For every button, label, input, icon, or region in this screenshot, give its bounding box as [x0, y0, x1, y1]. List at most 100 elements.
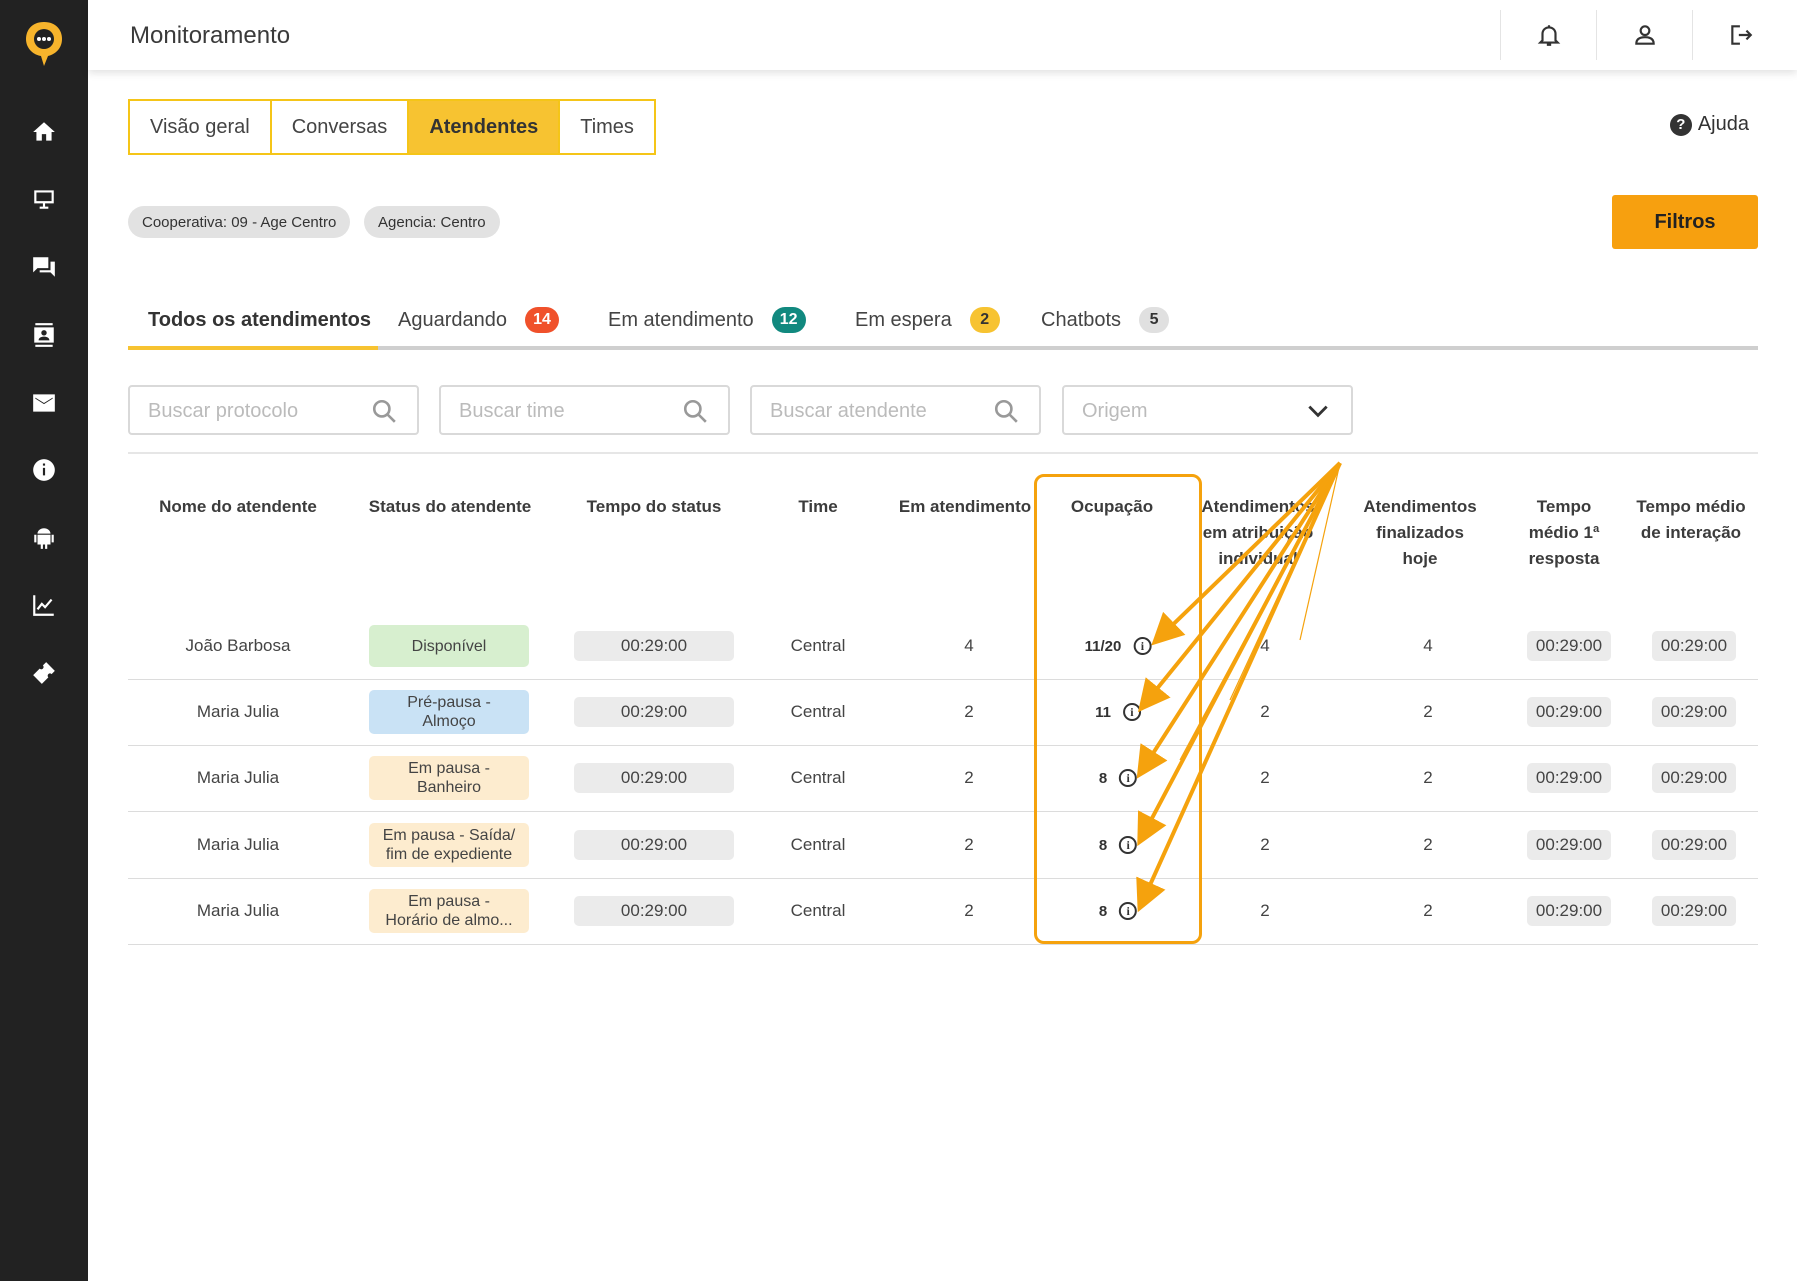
- search-icon[interactable]: [682, 398, 708, 424]
- row-divider: [128, 745, 1758, 746]
- interaction-time: 00:29:00: [1652, 830, 1736, 860]
- monitor-icon: [34, 190, 54, 209]
- in-service-count: 2: [964, 835, 974, 854]
- header-line: Tempo: [1536, 497, 1592, 516]
- status-text: Banheiro: [416, 779, 482, 796]
- user-profile-button[interactable]: [1596, 10, 1692, 60]
- sidebar-item-android[interactable]: [0, 510, 88, 566]
- header-line: Atendimentos: [1201, 497, 1315, 516]
- status-badge: Em pausa - Horário de almo...: [369, 889, 529, 933]
- team-search: [439, 385, 730, 435]
- subtab-em-espera[interactable]: Em espera 2: [855, 294, 1000, 346]
- individual-count: 4: [1260, 636, 1270, 655]
- subtab-label: Aguardando: [398, 308, 507, 331]
- sidebar-item-info[interactable]: [0, 442, 88, 498]
- column-header-team: Time: [798, 497, 838, 516]
- first-response-time: 00:29:00: [1527, 631, 1611, 661]
- team: Central: [790, 768, 846, 787]
- subtab-todos[interactable]: Todos os atendimentos: [148, 294, 371, 346]
- header-line: Tempo médio: [1636, 497, 1746, 516]
- column-header-interaction: Tempo médio de interação: [1626, 494, 1756, 546]
- tab-conversas[interactable]: Conversas: [271, 101, 410, 153]
- first-response-time: 00:29:00: [1527, 896, 1611, 926]
- status-text: Horário de almo...: [385, 912, 513, 929]
- origin-select[interactable]: Origem: [1062, 385, 1353, 435]
- interaction-time: 00:29:00: [1652, 896, 1736, 926]
- info-icon[interactable]: i: [1119, 769, 1138, 787]
- chat-icon: [33, 257, 55, 277]
- sidebar-item-chart[interactable]: [0, 577, 88, 633]
- subtab-em-atendimento[interactable]: Em atendimento 12: [608, 294, 806, 346]
- user-icon: [1634, 25, 1655, 45]
- header-line: resposta: [1528, 549, 1600, 568]
- occupation-value: 11: [1095, 703, 1111, 721]
- agent-name: Maria Julia: [196, 835, 280, 854]
- view-tabs: Visão geral Conversas Atendentes Times: [128, 99, 656, 155]
- row-divider: [128, 944, 1758, 945]
- filters-button[interactable]: Filtros: [1612, 195, 1758, 249]
- info-icon[interactable]: i: [1122, 703, 1141, 721]
- status-time: 00:29:00: [574, 697, 734, 727]
- occupation-value: 8: [1098, 769, 1108, 787]
- individual-count: 2: [1260, 768, 1270, 787]
- occupation: 11/20 i: [1085, 637, 1152, 655]
- chat-logo-icon[interactable]: [22, 18, 66, 70]
- status-badge: Em pausa - Saída/fim de expediente: [369, 823, 529, 867]
- status-subtabs: Todos os atendimentos Aguardando 14 Em a…: [128, 294, 1758, 350]
- status-text: fim de expediente: [385, 846, 513, 863]
- status-time: 00:29:00: [574, 763, 734, 793]
- search-icon[interactable]: [993, 398, 1019, 424]
- interaction-time: 00:29:00: [1652, 763, 1736, 793]
- sidebar-item-home[interactable]: [0, 104, 88, 160]
- info-icon[interactable]: i: [1119, 902, 1138, 920]
- team-search-input[interactable]: [459, 399, 669, 423]
- filter-chip-agencia[interactable]: Agencia: Centro: [364, 206, 500, 238]
- occupation-value: 11/20: [1084, 637, 1122, 655]
- logout-button[interactable]: [1692, 10, 1788, 60]
- status-time: 00:29:00: [574, 830, 734, 860]
- sidebar-item-mail[interactable]: [0, 375, 88, 431]
- info-icon[interactable]: i: [1119, 836, 1138, 854]
- status-text: Almoço: [422, 713, 476, 730]
- status-time: 00:29:00: [574, 631, 734, 661]
- home-icon: [33, 122, 55, 141]
- subtab-chatbots[interactable]: Chatbots 5: [1041, 294, 1170, 346]
- occupation: 8i: [1099, 836, 1138, 854]
- logout-icon: [1730, 25, 1752, 45]
- agent-search-input[interactable]: [770, 399, 980, 423]
- tab-atendentes[interactable]: Atendentes: [409, 101, 561, 153]
- notifications-button[interactable]: [1500, 10, 1596, 60]
- finished-count: 4: [1423, 636, 1433, 655]
- tab-times[interactable]: Times: [560, 101, 654, 153]
- filter-chip-cooperativa[interactable]: Cooperativa: 09 - Age Centro: [128, 206, 351, 238]
- column-header-first-response: Tempo médio 1ª resposta: [1514, 494, 1614, 572]
- protocol-search-input[interactable]: [148, 399, 358, 423]
- finished-count: 2: [1423, 768, 1433, 787]
- sidebar-item-chat[interactable]: [0, 239, 88, 295]
- sidebar-item-contacts[interactable]: [0, 307, 88, 363]
- finished-count: 2: [1423, 835, 1433, 854]
- count-badge: 5: [1139, 307, 1170, 333]
- team: Central: [790, 901, 846, 920]
- header-line: Atendimentos: [1363, 497, 1477, 516]
- tab-visao-geral[interactable]: Visão geral: [130, 101, 272, 153]
- status-badge: Pré-pausa - Almoço: [369, 690, 529, 734]
- in-service-count: 2: [964, 901, 974, 920]
- help-link[interactable]: ? Ajuda: [1669, 113, 1749, 136]
- section-divider: [128, 452, 1758, 454]
- in-service-count: 2: [964, 702, 974, 721]
- search-icon[interactable]: [371, 398, 397, 424]
- subtab-aguardando[interactable]: Aguardando 14: [398, 294, 559, 346]
- count-badge: 2: [969, 307, 1000, 333]
- sidebar-item-ticket[interactable]: [0, 645, 88, 701]
- info-icon[interactable]: i: [1133, 637, 1152, 655]
- status-text: Pré-pausa -: [407, 694, 491, 711]
- sidebar-item-monitor[interactable]: [0, 171, 88, 227]
- interaction-time: 00:29:00: [1652, 631, 1736, 661]
- subtab-label: Em atendimento: [608, 308, 754, 331]
- status-text: Disponível: [411, 637, 487, 655]
- interaction-time: 00:29:00: [1652, 697, 1736, 727]
- column-header-in-service: Em atendimento: [898, 497, 1032, 516]
- first-response-time: 00:29:00: [1527, 697, 1611, 727]
- column-header-status-time: Tempo do status: [586, 497, 722, 516]
